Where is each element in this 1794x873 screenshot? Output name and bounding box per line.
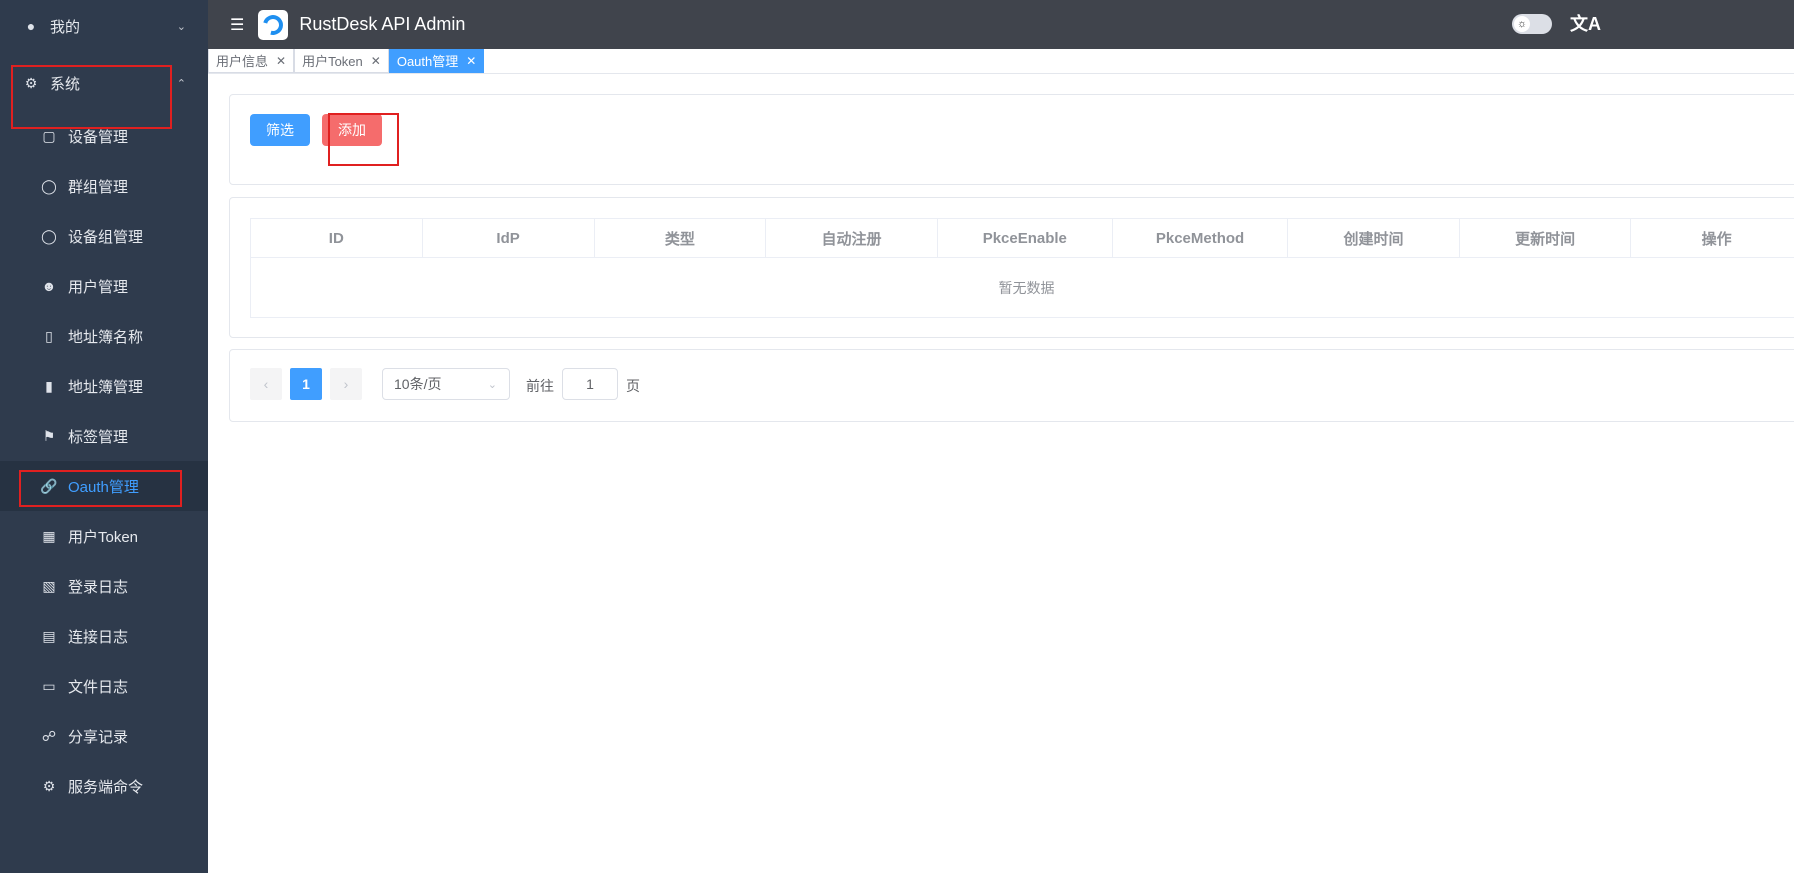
chat-icon: ◯ (41, 227, 57, 244)
rustdesk-logo (258, 9, 289, 40)
page-size-select[interactable]: 10条/页 ⌄ (382, 368, 510, 400)
oauth-table: ID IdP 类型 自动注册 PkceEnable PkceMethod 创建时间 更新时间操… (250, 218, 1794, 318)
share-icon: ☍ (41, 727, 57, 744)
close-icon[interactable]: ✕ (371, 54, 381, 68)
goto-label: 前往 (526, 378, 554, 394)
column-header: 类型 (593, 218, 767, 258)
sidebar-item-label: 用户管理 (68, 278, 129, 296)
user-icon: ● (26, 18, 36, 34)
notebook-icon: ▯ (45, 327, 53, 344)
sidebar-item-label: 群组管理 (68, 178, 129, 196)
goto-page-input[interactable]: 1 (562, 368, 618, 400)
ticket-icon: ▦ (42, 527, 56, 544)
tab-2[interactable]: Oauth管理 ✕ (388, 49, 485, 73)
sidebar-item-label: 地址簿名称 (68, 328, 144, 346)
theme-toggle[interactable]: ☼ (1512, 14, 1552, 34)
monitor-icon: ▢ (42, 127, 56, 144)
cog-icon: ⚙ (42, 777, 56, 794)
sidebar-item-label: 用户Token (68, 528, 139, 546)
sidebar-item-label: 连接日志 (68, 628, 129, 646)
sidebar-item-9[interactable]: ▧ 登录日志 (0, 561, 208, 611)
tab-0[interactable]: 用户信息 ✕ (208, 49, 295, 73)
sidebar-group-label: 我的 (50, 18, 81, 36)
column-header: 更新时间 (1458, 218, 1632, 258)
sidebar-item-13[interactable]: ⚙ 服务端命令 (0, 761, 208, 811)
sidebar-group-mine[interactable]: ● 我的 ⌄ (0, 1, 208, 51)
sidebar-item-1[interactable]: ◯ 群组管理 (0, 161, 208, 211)
tab-1[interactable]: 用户Token ✕ (294, 49, 389, 73)
highlight-box-oauth (19, 470, 182, 507)
table-card: ID IdP 类型 自动注册 PkceEnable PkceMethod 创建时间 更新时间操… (229, 197, 1794, 338)
sidebar-item-label: 标签管理 (68, 428, 129, 446)
sun-icon: ☼ (1514, 16, 1530, 32)
sidebar-item-label: 地址簿管理 (68, 378, 144, 396)
page-size-value: 10条/页 (394, 376, 442, 392)
top-header: ☰ RustDesk API Admin ☼ 文A (208, 0, 1794, 49)
document-icon: ▤ (42, 627, 56, 644)
sidebar-item-11[interactable]: ▭ 文件日志 (0, 661, 208, 711)
toolbar-card: 筛选 添加 (229, 94, 1794, 185)
sidebar: ● 我的 ⌄ ⚙ 系统 ⌃ ▢ 设备管理 ◯ 群组管理 ◯ 设备组管理 ☻ 用户管理 ▯ 地址簿名… (0, 0, 208, 873)
clipboard-icon: ▧ (42, 577, 56, 594)
book-icon: ▮ (45, 377, 53, 394)
sidebar-item-4[interactable]: ▯ 地址簿名称 (0, 311, 208, 361)
sidebar-item-10[interactable]: ▤ 连接日志 (0, 611, 208, 661)
highlight-box-system (11, 65, 172, 129)
close-icon[interactable]: ✕ (276, 54, 286, 68)
bookmark-icon: ⚑ (42, 427, 56, 444)
sidebar-item-2[interactable]: ◯ 设备组管理 (0, 211, 208, 261)
tab-bar: 用户信息 ✕ 用户Token ✕ Oauth管理 ✕ (208, 49, 1794, 74)
highlight-box-add (328, 113, 399, 166)
app-title: RustDesk API Admin (299, 14, 466, 34)
tab-label: Oauth管理 (396, 54, 459, 69)
sidebar-item-12[interactable]: ☍ 分享记录 (0, 711, 208, 761)
sidebar-item-5[interactable]: ▮ 地址簿管理 (0, 361, 208, 411)
column-header: 操作 (1630, 218, 1794, 258)
tab-label: 用户Token (302, 54, 363, 69)
folder-icon: ▭ (42, 677, 56, 694)
chevron-down-icon: ⌄ (487, 378, 497, 391)
sidebar-item-label: 分享记录 (68, 728, 129, 746)
sidebar-item-label: 设备组管理 (68, 228, 144, 246)
chevron-down-icon: ⌄ (176, 20, 186, 33)
page-unit-label: 页 (626, 378, 640, 394)
column-header: 创建时间 (1287, 218, 1460, 258)
empty-text: 暂无数据 (250, 257, 1794, 318)
sidebar-item-label: 登录日志 (68, 578, 129, 596)
page-1-button[interactable]: 1 (290, 368, 322, 400)
column-header: PkceEnable (936, 218, 1113, 258)
sidebar-item-6[interactable]: ⚑ 标签管理 (0, 411, 208, 461)
sidebar-item-8[interactable]: ▦ 用户Token (0, 511, 208, 561)
column-header: 自动注册 (765, 218, 938, 258)
sidebar-item-label: 文件日志 (68, 678, 129, 696)
filter-button[interactable]: 筛选 (250, 114, 310, 146)
column-header: PkceMethod (1111, 218, 1289, 258)
pagination-card: ‹ 1 › 10条/页 ⌄ 前往 1 页 (229, 349, 1794, 422)
column-header: ID (250, 218, 423, 258)
close-icon[interactable]: ✕ (466, 54, 476, 68)
column-header: IdP (421, 218, 595, 258)
tab-label: 用户信息 (216, 54, 269, 69)
chevron-up-icon: ⌃ (176, 77, 186, 90)
user-outline-icon: ☻ (41, 278, 57, 294)
next-page-button[interactable]: › (330, 368, 362, 400)
language-icon[interactable]: 文A (1570, 10, 1601, 36)
chat-icon: ◯ (41, 177, 57, 194)
sidebar-item-3[interactable]: ☻ 用户管理 (0, 261, 208, 311)
sidebar-item-label: 服务端命令 (68, 778, 144, 796)
menu-toggle-icon[interactable]: ☰ (230, 15, 244, 35)
prev-page-button[interactable]: ‹ (250, 368, 282, 400)
